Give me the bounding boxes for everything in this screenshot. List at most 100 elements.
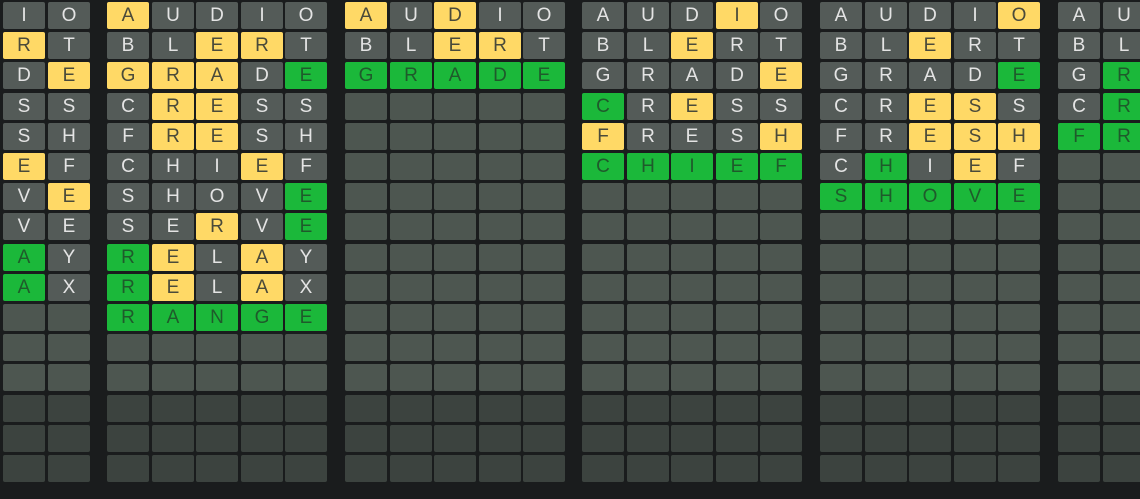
- tile-empty: [479, 395, 521, 422]
- tile-empty: [1103, 395, 1140, 422]
- tile-empty: [716, 274, 758, 301]
- tile-correct: R: [107, 304, 149, 331]
- tile-correct: V: [954, 183, 996, 210]
- tile-empty: [1103, 153, 1140, 180]
- tile-empty: [582, 425, 624, 452]
- tile-empty: [716, 304, 758, 331]
- tile-present: R: [152, 93, 194, 120]
- tile-empty: [345, 334, 387, 361]
- tile-absent: R: [865, 123, 907, 150]
- tile-empty: [523, 455, 565, 482]
- tile-empty: [241, 425, 283, 452]
- tile-absent: D: [241, 62, 283, 89]
- tile-empty: [434, 364, 476, 391]
- tile-absent: B: [1058, 32, 1100, 59]
- tile-empty: [716, 395, 758, 422]
- tile-empty: [390, 364, 432, 391]
- tile-absent: R: [627, 93, 669, 120]
- tile-correct: A: [3, 274, 45, 301]
- tile-empty: [48, 395, 90, 422]
- tile-absent: T: [48, 32, 90, 59]
- tile-empty: [434, 153, 476, 180]
- tile-empty: [865, 244, 907, 271]
- tile-empty: [434, 274, 476, 301]
- tile-absent: S: [285, 93, 327, 120]
- tile-empty: [760, 425, 802, 452]
- tile-present: E: [3, 153, 45, 180]
- tile-empty: [909, 395, 951, 422]
- tile-empty: [760, 364, 802, 391]
- tile-absent: L: [196, 244, 238, 271]
- tile-correct: E: [716, 153, 758, 180]
- tile-empty: [954, 244, 996, 271]
- tile-correct: A: [434, 62, 476, 89]
- tile-empty: [820, 455, 862, 482]
- tile-absent: G: [820, 62, 862, 89]
- tile-empty: [998, 244, 1040, 271]
- tile-present: E: [152, 244, 194, 271]
- tile-present: A: [241, 244, 283, 271]
- tile-correct: G: [345, 62, 387, 89]
- tile-empty: [48, 364, 90, 391]
- tile-absent: D: [716, 62, 758, 89]
- tile-empty: [523, 304, 565, 331]
- tile-empty: [716, 334, 758, 361]
- tile-present: E: [909, 32, 951, 59]
- tile-absent: D: [909, 2, 951, 29]
- tile-empty: [760, 183, 802, 210]
- tile-empty: [1058, 364, 1100, 391]
- tile-empty: [716, 213, 758, 240]
- tile-empty: [671, 183, 713, 210]
- tile-absent: O: [285, 2, 327, 29]
- tile-empty: [582, 304, 624, 331]
- tile-empty: [434, 455, 476, 482]
- tile-correct: C: [582, 93, 624, 120]
- tile-empty: [390, 304, 432, 331]
- tile-empty: [716, 425, 758, 452]
- tile-present: H: [760, 123, 802, 150]
- tile-empty: [3, 304, 45, 331]
- tile-present: R: [241, 32, 283, 59]
- tile-empty: [479, 455, 521, 482]
- tile-absent: B: [582, 32, 624, 59]
- tile-empty: [1103, 425, 1140, 452]
- tile-absent: D: [954, 62, 996, 89]
- tile-empty: [479, 244, 521, 271]
- tile-present: I: [716, 2, 758, 29]
- tile-empty: [523, 123, 565, 150]
- tile-present: E: [760, 62, 802, 89]
- tile-empty: [390, 93, 432, 120]
- tile-empty: [345, 93, 387, 120]
- tile-absent: C: [1058, 93, 1100, 120]
- tile-absent: F: [820, 123, 862, 150]
- tile-empty: [434, 334, 476, 361]
- tile-empty: [390, 153, 432, 180]
- tile-empty: [820, 213, 862, 240]
- tile-empty: [48, 425, 90, 452]
- tile-absent: S: [3, 123, 45, 150]
- tile-empty: [998, 425, 1040, 452]
- tile-empty: [671, 364, 713, 391]
- tile-empty: [716, 455, 758, 482]
- tile-empty: [909, 213, 951, 240]
- tile-empty: [479, 153, 521, 180]
- tile-absent: H: [152, 153, 194, 180]
- tile-empty: [345, 183, 387, 210]
- tile-empty: [954, 455, 996, 482]
- tile-present: A: [107, 2, 149, 29]
- tile-absent: S: [48, 93, 90, 120]
- tile-correct: E: [998, 62, 1040, 89]
- tile-empty: [865, 334, 907, 361]
- tile-empty: [152, 425, 194, 452]
- tile-absent: L: [390, 32, 432, 59]
- tile-correct: R: [107, 274, 149, 301]
- tile-empty: [627, 304, 669, 331]
- tile-empty: [1103, 274, 1140, 301]
- tile-absent: T: [523, 32, 565, 59]
- tile-absent: F: [107, 123, 149, 150]
- tile-empty: [1103, 334, 1140, 361]
- tile-empty: [345, 425, 387, 452]
- tile-present: E: [241, 153, 283, 180]
- tile-empty: [760, 213, 802, 240]
- tile-absent: I: [954, 2, 996, 29]
